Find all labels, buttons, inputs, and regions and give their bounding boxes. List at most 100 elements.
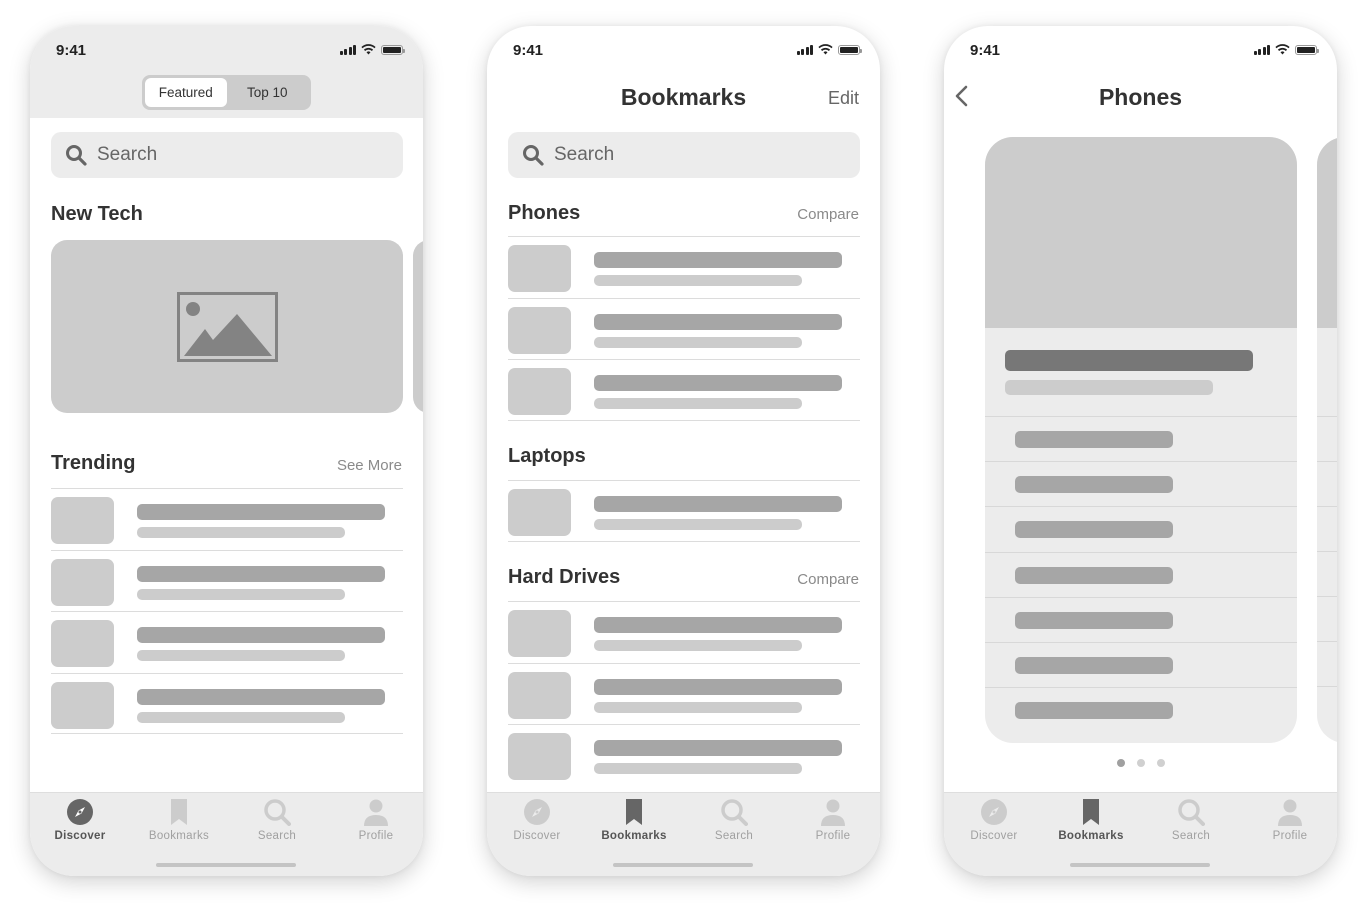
- title-placeholder: [137, 504, 385, 520]
- subtitle-placeholder: [137, 650, 345, 661]
- compare-hard-drives-link[interactable]: Compare: [797, 571, 859, 588]
- subtitle-placeholder: [594, 763, 802, 774]
- page-title: Bookmarks: [620, 84, 747, 110]
- tab-search[interactable]: Search: [237, 798, 317, 842]
- tab-discover[interactable]: Discover: [40, 798, 120, 842]
- phones-compare-screen: 9:41 Phones Discover Bookmarks Search Pr…: [944, 26, 1337, 876]
- list-item[interactable]: [508, 480, 860, 542]
- compare-phones-link[interactable]: Compare: [797, 206, 859, 223]
- tab-bookmarks[interactable]: Bookmarks: [139, 798, 219, 842]
- tab-discover[interactable]: Discover: [954, 798, 1034, 842]
- battery-icon: [381, 44, 405, 55]
- status-bar: 9:41: [487, 26, 880, 76]
- search-icon: [264, 799, 291, 826]
- person-icon: [1278, 799, 1302, 826]
- list-item[interactable]: [508, 236, 860, 298]
- thumbnail: [51, 558, 114, 606]
- list-item[interactable]: [51, 611, 403, 673]
- home-indicator: [613, 863, 753, 867]
- spec-row: [985, 643, 1297, 689]
- list-item[interactable]: [51, 488, 403, 550]
- tab-search[interactable]: Search: [694, 798, 774, 842]
- title-placeholder: [137, 688, 385, 705]
- spec-row: [985, 417, 1297, 463]
- subtitle-placeholder: [137, 588, 345, 600]
- tab-profile[interactable]: Profile: [793, 798, 873, 842]
- next-card-peek[interactable]: [413, 240, 423, 413]
- search-input[interactable]: [97, 144, 377, 166]
- trending-heading: Trending: [51, 452, 136, 474]
- spec-placeholder: [1015, 656, 1173, 674]
- search-input[interactable]: [554, 144, 834, 166]
- wifi-icon: [361, 44, 376, 55]
- new-tech-card[interactable]: [51, 240, 403, 413]
- home-indicator: [1070, 863, 1210, 867]
- phones-heading: Phones: [508, 202, 581, 224]
- battery-icon: [1295, 44, 1319, 55]
- laptops-list: [508, 480, 860, 542]
- page-dot-2[interactable]: [1136, 759, 1145, 767]
- person-icon: [364, 799, 388, 826]
- product-card[interactable]: [985, 137, 1297, 743]
- segment-top-10[interactable]: Top 10: [227, 78, 309, 107]
- wifi-icon: [1275, 44, 1290, 55]
- spec-row: [985, 598, 1297, 643]
- subtitle-placeholder: [594, 336, 802, 348]
- list-item[interactable]: [508, 601, 860, 663]
- phones-list: [508, 236, 860, 421]
- search-bar[interactable]: [508, 132, 860, 178]
- tab-discover[interactable]: Discover: [497, 798, 577, 842]
- title-placeholder: [594, 252, 842, 268]
- title-placeholder: [137, 565, 385, 582]
- subtitle-placeholder: [137, 711, 345, 723]
- title-placeholder: [594, 678, 842, 695]
- page-dot-3[interactable]: [1156, 759, 1165, 767]
- bookmark-icon: [626, 799, 642, 825]
- list-item[interactable]: [51, 672, 403, 734]
- thumbnail: [508, 733, 571, 780]
- tab-profile[interactable]: Profile: [1250, 798, 1330, 842]
- home-indicator: [156, 863, 296, 867]
- thumbnail: [51, 497, 114, 544]
- compass-icon: [524, 799, 550, 825]
- list-item[interactable]: [508, 297, 860, 360]
- product-title-placeholder: [1005, 350, 1253, 371]
- compass-icon: [67, 799, 93, 825]
- segment-featured[interactable]: Featured: [145, 78, 227, 107]
- spec-placeholder: [1015, 702, 1173, 720]
- spec-row: [985, 553, 1297, 598]
- subtitle-placeholder: [594, 701, 802, 713]
- product-subtitle-placeholder: [1005, 380, 1213, 395]
- search-bar[interactable]: [51, 132, 403, 178]
- list-item[interactable]: [508, 724, 860, 786]
- subtitle-placeholder: [594, 640, 802, 651]
- discover-screen: 9:41 Featured Top 10 New Tech Trending S…: [30, 26, 423, 876]
- hard-drives-heading: Hard Drives: [508, 566, 621, 588]
- subtitle-placeholder: [594, 398, 802, 409]
- status-bar: 9:41: [944, 26, 1337, 76]
- tab-profile[interactable]: Profile: [336, 798, 416, 842]
- search-icon: [66, 145, 87, 166]
- thumbnail: [508, 306, 571, 354]
- list-item[interactable]: [508, 359, 860, 421]
- person-icon: [821, 799, 845, 826]
- page-dot-1[interactable]: [1116, 759, 1125, 767]
- page-indicator: [944, 759, 1337, 767]
- list-item[interactable]: [51, 549, 403, 612]
- status-time: 9:41: [970, 42, 1001, 59]
- tab-bookmarks[interactable]: Bookmarks: [1051, 798, 1131, 842]
- edit-button[interactable]: Edit: [828, 88, 859, 109]
- new-tech-heading: New Tech: [51, 203, 143, 225]
- next-product-card-peek[interactable]: [1317, 137, 1337, 743]
- tab-bookmarks[interactable]: Bookmarks: [594, 798, 674, 842]
- see-more-link[interactable]: See More: [337, 457, 402, 474]
- trending-list: [51, 488, 403, 734]
- thumbnail: [508, 368, 571, 415]
- search-icon: [1178, 799, 1205, 826]
- thumbnail: [508, 671, 571, 719]
- search-icon: [721, 799, 748, 826]
- tab-search[interactable]: Search: [1151, 798, 1231, 842]
- thumbnail: [508, 489, 571, 536]
- spec-placeholder: [1015, 566, 1173, 584]
- list-item[interactable]: [508, 662, 860, 725]
